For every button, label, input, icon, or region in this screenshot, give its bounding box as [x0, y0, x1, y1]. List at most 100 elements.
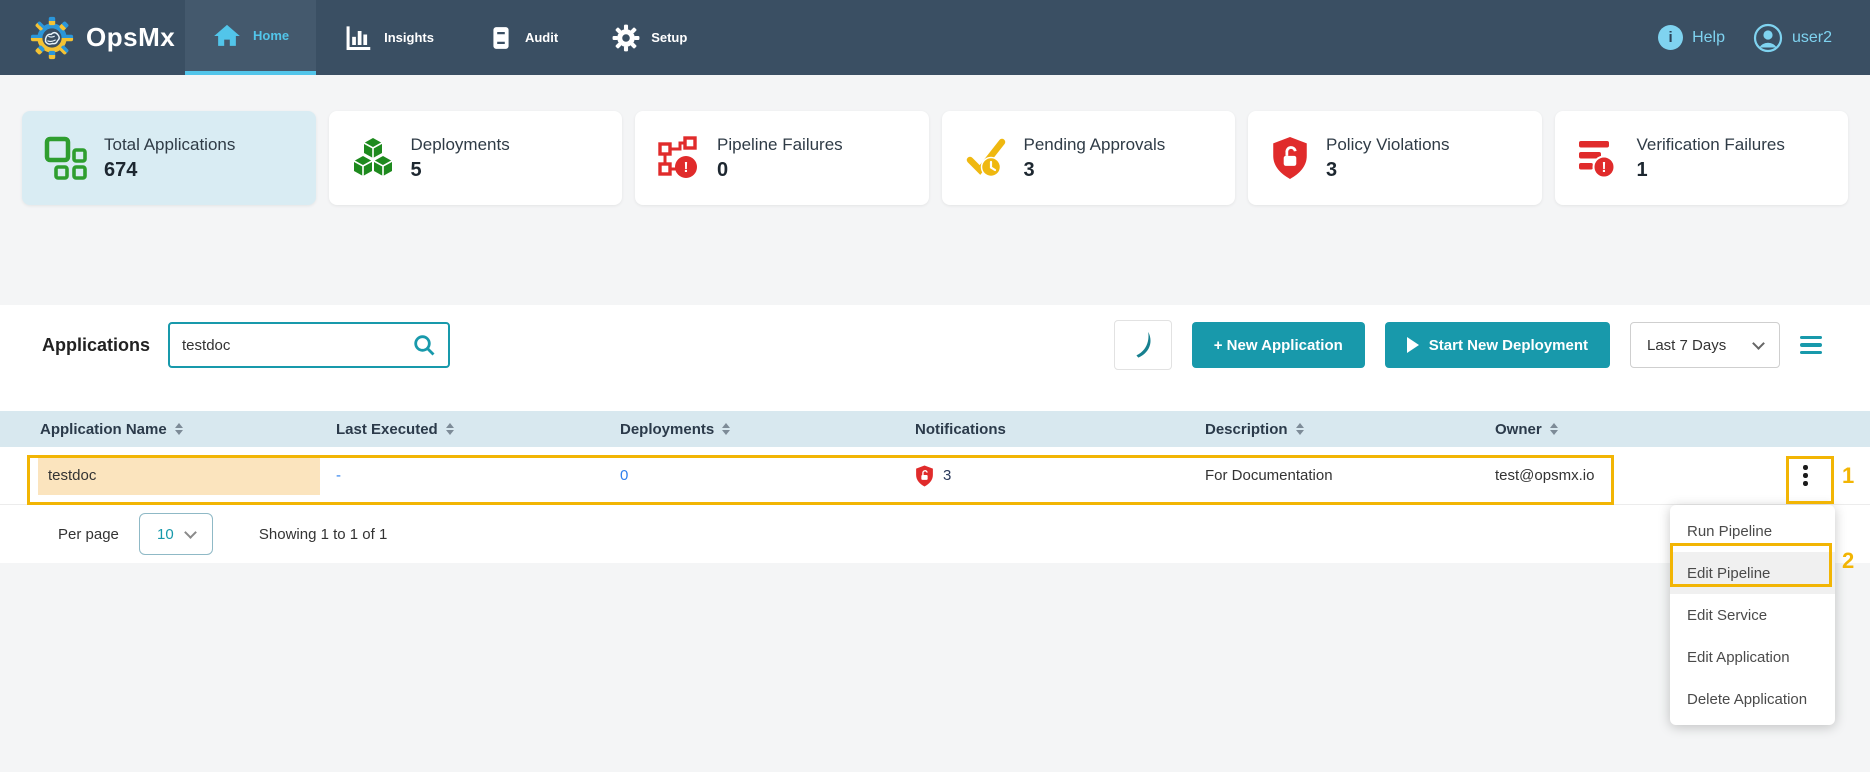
- top-navigation-bar: OpsMx Home Insights: [0, 0, 1870, 75]
- search-icon[interactable]: [412, 333, 436, 357]
- card-verification-failures[interactable]: ! Verification Failures 1: [1555, 111, 1849, 205]
- chevron-down-icon: [1752, 337, 1765, 350]
- card-value: 674: [104, 159, 235, 182]
- row-actions-kebab-icon[interactable]: [1795, 459, 1816, 492]
- chevron-down-icon: [184, 526, 197, 539]
- per-page-select[interactable]: 10: [139, 513, 213, 555]
- menu-item-edit-application[interactable]: Edit Application: [1670, 636, 1835, 678]
- opsmx-logo-icon: [30, 16, 74, 60]
- menu-item-edit-pipeline[interactable]: Edit Pipeline: [1670, 552, 1835, 594]
- card-label: Pending Approvals: [1024, 135, 1166, 155]
- cell-owner: test@opsmx.io: [1460, 467, 1695, 484]
- card-pipeline-failures[interactable]: ! Pipeline Failures 0: [635, 111, 929, 205]
- sort-icon: [1296, 423, 1304, 435]
- application-search: [168, 322, 450, 368]
- column-header-deployments[interactable]: Deployments: [585, 421, 880, 438]
- nav-tab-insights[interactable]: Insights: [316, 0, 461, 75]
- cubes-icon: [351, 136, 395, 180]
- cell-application-name: testdoc: [0, 456, 330, 495]
- card-policy-violations[interactable]: Policy Violations 3: [1248, 111, 1542, 205]
- menu-item-run-pipeline[interactable]: Run Pipeline: [1670, 510, 1835, 552]
- card-total-applications[interactable]: Total Applications 674: [22, 111, 316, 205]
- card-label: Deployments: [411, 135, 510, 155]
- deployments-link[interactable]: 0: [620, 467, 628, 484]
- row-context-menu: Run Pipeline Edit Pipeline Edit Service …: [1670, 505, 1835, 725]
- per-page-label: Per page: [58, 526, 119, 543]
- audit-icon: [488, 24, 514, 52]
- play-icon: [1407, 337, 1419, 353]
- applications-table: Application Name Last Executed Deploymen…: [0, 411, 1870, 505]
- date-range-select[interactable]: Last 7 Days: [1630, 322, 1780, 368]
- sort-icon: [446, 423, 454, 435]
- spinnaker-button[interactable]: [1114, 320, 1172, 370]
- topbar-right: i Help user2: [1658, 0, 1870, 75]
- shield-unlock-icon: [1270, 136, 1310, 180]
- per-page-value: 10: [157, 526, 174, 543]
- last-executed-value: -: [336, 467, 341, 484]
- table-header-row: Application Name Last Executed Deploymen…: [0, 411, 1870, 447]
- nav-tab-label: Setup: [651, 30, 687, 45]
- card-deployments[interactable]: Deployments 5: [329, 111, 623, 205]
- menu-item-edit-service[interactable]: Edit Service: [1670, 594, 1835, 636]
- apps-grid-icon: [44, 136, 88, 180]
- check-clock-icon: [964, 136, 1008, 180]
- main-nav: Home Insights Audit: [185, 0, 714, 75]
- card-label: Pipeline Failures: [717, 135, 843, 155]
- card-label: Verification Failures: [1637, 135, 1785, 155]
- sort-icon: [1550, 423, 1558, 435]
- brand: OpsMx: [0, 0, 185, 75]
- sort-icon: [722, 423, 730, 435]
- pipeline-error-icon: !: [657, 136, 701, 180]
- home-icon: [212, 22, 242, 50]
- nav-tab-label: Insights: [384, 30, 434, 45]
- user-menu[interactable]: user2: [1753, 23, 1832, 53]
- setup-gear-icon: [612, 24, 640, 52]
- card-label: Total Applications: [104, 135, 235, 155]
- table-row: testdoc - 0 3 For Documentation: [0, 447, 1870, 505]
- spinnaker-sail-icon: [1128, 328, 1158, 362]
- sort-icon: [175, 423, 183, 435]
- card-value: 3: [1326, 159, 1449, 182]
- applications-panel: Applications + New Application: [0, 305, 1870, 563]
- column-header-owner[interactable]: Owner: [1460, 421, 1695, 438]
- nav-tab-home[interactable]: Home: [185, 0, 316, 75]
- svg-text:!: !: [1601, 159, 1606, 176]
- cell-last-executed: -: [330, 467, 585, 484]
- cell-deployments: 0: [585, 467, 880, 484]
- applications-toolbar: Applications + New Application: [0, 305, 1870, 369]
- pagination-bar: Per page 10 Showing 1 to 1 of 1: [0, 505, 1870, 563]
- list-error-icon: !: [1577, 136, 1621, 180]
- menu-item-delete-application[interactable]: Delete Application: [1670, 678, 1835, 720]
- card-label: Policy Violations: [1326, 135, 1449, 155]
- card-value: 3: [1024, 159, 1166, 182]
- help-label: Help: [1692, 29, 1725, 47]
- list-menu-icon[interactable]: [1800, 336, 1822, 355]
- cell-description: For Documentation: [1170, 467, 1460, 484]
- date-range-value: Last 7 Days: [1647, 337, 1726, 354]
- notification-shield-icon: [915, 465, 934, 487]
- brand-name: OpsMx: [86, 22, 175, 53]
- stat-cards: Total Applications 674 Depl: [22, 111, 1848, 205]
- column-header-description[interactable]: Description: [1170, 421, 1460, 438]
- user-avatar-icon: [1753, 23, 1783, 53]
- help-button[interactable]: i Help: [1658, 25, 1725, 50]
- insights-icon: [343, 24, 373, 52]
- card-value: 1: [1637, 159, 1785, 182]
- svg-text:!: !: [684, 159, 689, 176]
- start-new-deployment-button[interactable]: Start New Deployment: [1385, 322, 1610, 368]
- column-header-application-name[interactable]: Application Name: [0, 421, 330, 438]
- panel-title: Applications: [42, 335, 150, 356]
- notification-count: 3: [943, 467, 951, 484]
- nav-tab-audit[interactable]: Audit: [461, 0, 585, 75]
- user-label: user2: [1792, 29, 1832, 47]
- nav-tab-setup[interactable]: Setup: [585, 0, 714, 75]
- search-input[interactable]: [182, 337, 412, 354]
- column-header-last-executed[interactable]: Last Executed: [330, 421, 585, 438]
- start-deployment-label: Start New Deployment: [1429, 337, 1588, 354]
- new-application-button[interactable]: + New Application: [1192, 322, 1365, 368]
- nav-tab-label: Home: [253, 28, 289, 43]
- card-pending-approvals[interactable]: Pending Approvals 3: [942, 111, 1236, 205]
- application-name-link[interactable]: testdoc: [38, 456, 320, 495]
- nav-tab-label: Audit: [525, 30, 558, 45]
- card-value: 5: [411, 159, 510, 182]
